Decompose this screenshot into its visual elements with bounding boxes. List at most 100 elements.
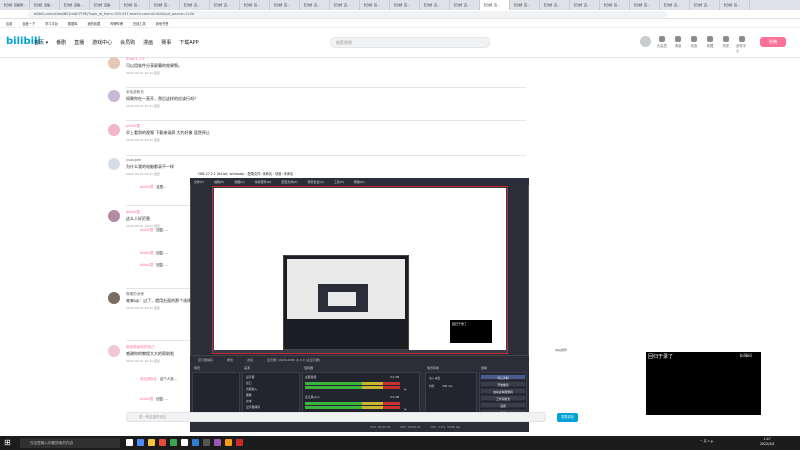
comment-username[interactable]: 像素的深夜 [126, 292, 144, 297]
obs-source-item[interactable]: 图像 [246, 393, 252, 397]
obs-transition-select[interactable]: 淡入淡出 [429, 376, 440, 380]
obs-volume-icon[interactable]: 🔈 [404, 407, 407, 411]
reply-username[interactable]: bilibili君 [140, 263, 153, 267]
nav-item[interactable]: 赛事 [161, 39, 171, 46]
browser-tab[interactable]: 【日常】直… [570, 0, 600, 10]
bookmark-item[interactable]: 哔哩哔哩 [110, 21, 123, 26]
obs-menu-item[interactable]: 视图(V) [234, 180, 244, 184]
browser-tab[interactable]: 【日常】直… [240, 0, 270, 10]
comment-username[interactable]: bilibili君 [126, 124, 140, 129]
taskbar-app-icon[interactable] [203, 439, 210, 446]
address-input[interactable]: bilibili.com/video/BV1mAU7F9K/?spm_id_fr… [28, 11, 668, 18]
obs-source-item[interactable]: 文本 [246, 399, 252, 403]
avatar[interactable] [108, 57, 120, 69]
taskbar-search-input[interactable]: 在这里输入你要搜索的内容 [20, 438, 120, 448]
comment-username[interactable]: yuzupeh [126, 158, 141, 162]
header-nav-item[interactable]: 消息 [672, 36, 684, 53]
taskbar-app-icon[interactable] [126, 439, 133, 446]
nav-item[interactable]: 下载APP [179, 39, 198, 46]
reply-username[interactable]: bilibili君 [140, 185, 153, 189]
comment-username[interactable]: 哈哈哈哈哈的自己 [126, 345, 155, 350]
comment-username[interactable]: bilibili君 [126, 210, 140, 215]
reply-username[interactable]: bilibili君 [140, 251, 153, 255]
header-nav-item[interactable]: 创作中心 [736, 36, 748, 53]
comment-username[interactable]: 米哈游粉丝 [126, 90, 144, 95]
header-nav-item[interactable]: 大会员 [656, 36, 668, 53]
taskbar-app-icon[interactable] [148, 439, 155, 446]
obs-control-button[interactable]: 启动虚拟摄像机 [480, 388, 526, 394]
browser-tab[interactable]: 【日常】直… [690, 0, 720, 10]
taskbar-app-icon[interactable] [236, 439, 243, 446]
reply-username[interactable]: bilibili君 [140, 228, 153, 232]
nav-item[interactable]: 会员购 [120, 39, 135, 46]
browser-tab[interactable]: 【日常】直… [120, 0, 150, 10]
browser-tab[interactable]: 【日常】直… [600, 0, 630, 10]
bookmark-item[interactable]: 百度一下 [22, 21, 35, 26]
obs-menu-item[interactable]: 编辑(E) [214, 180, 224, 184]
browser-tab[interactable]: 【日常】直… [420, 0, 450, 10]
nav-item[interactable]: 游戏中心 [92, 39, 112, 46]
obs-toolbar-item[interactable]: 滤镜 [247, 358, 253, 362]
taskbar-app-icon[interactable] [181, 439, 188, 446]
send-comment-button[interactable]: 发表评论 [557, 413, 578, 422]
obs-source-item[interactable]: 音频输入 [246, 387, 257, 391]
browser-tab[interactable]: 【日常】直播录… [0, 0, 30, 10]
taskbar-app-icon[interactable] [159, 439, 166, 446]
browser-tab[interactable]: 【日常】直… [270, 0, 300, 10]
avatar[interactable] [108, 124, 120, 136]
obs-control-button[interactable]: 开始推流 [480, 381, 526, 387]
obs-menu-item[interactable]: 工具(T) [334, 180, 344, 184]
browser-tab[interactable]: 【日常】直播… [30, 0, 60, 10]
nav-item[interactable]: 首页 ▾ [34, 39, 48, 46]
browser-tab[interactable]: 【日常】直… [390, 0, 420, 10]
search-input[interactable]: 搜索视频 [330, 37, 490, 48]
avatar[interactable] [108, 210, 120, 222]
taskbar-app-icon[interactable] [170, 439, 177, 446]
bookmark-item[interactable]: 学习平台 [45, 21, 58, 26]
reply-username[interactable]: 米哈游粉丝 [140, 377, 157, 381]
browser-tab[interactable]: 【日常】直… [300, 0, 330, 10]
obs-toolbar-item[interactable]: 显示器: 1920x1080 @ 0,0 (主显示器) [267, 358, 320, 362]
browser-tab[interactable]: 【日常】直播… [60, 0, 90, 10]
obs-volume-icon[interactable]: 🔈 [404, 387, 407, 391]
browser-tab[interactable]: 【日常】直… [540, 0, 570, 10]
header-nav-item[interactable]: 收藏 [704, 36, 716, 53]
bookmark-item[interactable]: 应用 [6, 21, 12, 26]
bookmark-item[interactable]: 数据库 [68, 21, 78, 26]
browser-tab[interactable]: 【日常】直… [360, 0, 390, 10]
obs-toolbar-item[interactable]: 显示器捕获 [198, 358, 213, 362]
avatar[interactable] [108, 345, 120, 357]
browser-tab[interactable]: 【日常】直… [450, 0, 480, 10]
browser-tab[interactable]: 【日常】直… [720, 0, 750, 10]
bookmark-item[interactable]: 我的收藏 [87, 21, 100, 26]
browser-tab[interactable]: 【日常】直… [210, 0, 240, 10]
browser-tab[interactable]: 【日常】直… [510, 0, 540, 10]
browser-tab[interactable]: 【日常】直… [150, 0, 180, 10]
system-tray[interactable]: ^ 英 ⊙ 🔈 [700, 439, 715, 443]
obs-menu-item[interactable]: 帮助(H) [354, 180, 365, 184]
nav-item[interactable]: 直播 [74, 39, 84, 46]
nav-item[interactable]: 番剧 [56, 39, 66, 46]
upload-button[interactable]: 投稿 [760, 37, 786, 47]
taskbar-app-icon[interactable] [137, 439, 144, 446]
browser-tab[interactable]: 【日常】直… [660, 0, 690, 10]
browser-tab[interactable]: 【日常】直… [180, 0, 210, 10]
obs-menu-item[interactable]: 停靠部件(D) [255, 180, 272, 184]
obs-menu-item[interactable]: 文件(F) [194, 180, 204, 184]
header-nav-item[interactable]: 动态 [688, 36, 700, 53]
taskbar-app-icon[interactable] [225, 439, 232, 446]
browser-tab[interactable]: 【日常】直播… [90, 0, 120, 10]
obs-source-item[interactable]: 窗口 [246, 381, 252, 385]
browser-tab[interactable]: 【日常】直… [630, 0, 660, 10]
obs-control-button[interactable]: 设置 [480, 402, 526, 408]
browser-tab[interactable]: 【日常】直… [480, 0, 510, 10]
browser-tab[interactable]: 【日常】直… [330, 0, 360, 10]
floating-video-window[interactable] [646, 352, 761, 415]
obs-source-item[interactable]: 显示器 [246, 375, 254, 379]
obs-control-button[interactable]: 工作室模式 [480, 395, 526, 401]
obs-menu-item[interactable]: 场景集合(S) [308, 180, 324, 184]
bookmark-item[interactable]: 在线工具 [133, 21, 146, 26]
taskbar-app-icon[interactable] [214, 439, 221, 446]
windows-start-icon[interactable]: ⊞ [4, 438, 14, 448]
obs-toolbar-item[interactable]: 属性 [227, 358, 233, 362]
